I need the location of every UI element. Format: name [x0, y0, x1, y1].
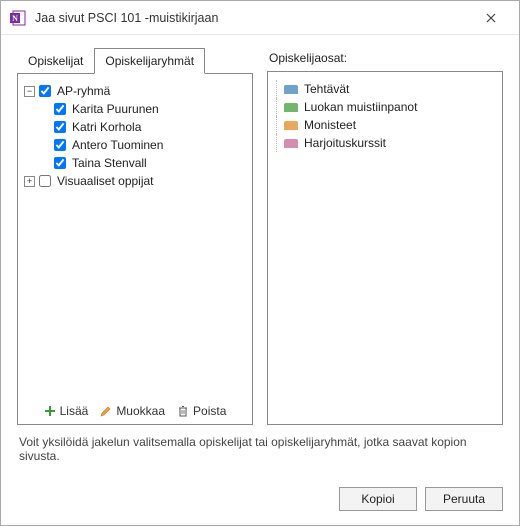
left-column: Opiskelijat Opiskelijaryhmät − AP-ryhmä …	[17, 47, 253, 425]
plus-icon	[44, 405, 56, 417]
trash-icon	[177, 405, 189, 417]
section-tab-icon	[284, 139, 298, 148]
tree-member-row[interactable]: Taina Stenvall	[24, 154, 246, 172]
add-group-button[interactable]: Lisää	[44, 404, 89, 418]
tab-bar: Opiskelijat Opiskelijaryhmät	[17, 47, 253, 73]
group-tree[interactable]: − AP-ryhmä Karita Puurunen Katri Korhola	[17, 73, 253, 425]
columns: Opiskelijat Opiskelijaryhmät − AP-ryhmä …	[17, 47, 503, 425]
group-checkbox[interactable]	[39, 85, 51, 97]
delete-label: Poista	[193, 404, 226, 418]
tree-group-row[interactable]: + Visuaaliset oppijat	[24, 172, 246, 190]
edit-group-button[interactable]: Muokkaa	[100, 404, 165, 418]
edit-label: Muokkaa	[116, 404, 165, 418]
section-label: Harjoituskurssit	[304, 136, 386, 150]
section-label: Monisteet	[304, 118, 356, 132]
section-row[interactable]: Harjoituskurssit	[274, 134, 496, 152]
expander-plus-icon[interactable]: +	[24, 176, 35, 187]
title-bar: N Jaa sivut PSCI 101 -muistikirjaan	[1, 1, 519, 35]
expander-minus-icon[interactable]: −	[24, 86, 35, 97]
add-label: Lisää	[60, 404, 89, 418]
tree-member-row[interactable]: Karita Puurunen	[24, 100, 246, 118]
tree-group-row[interactable]: − AP-ryhmä	[24, 82, 246, 100]
window-title: Jaa sivut PSCI 101 -muistikirjaan	[35, 11, 471, 25]
delete-group-button[interactable]: Poista	[177, 404, 226, 418]
member-checkbox[interactable]	[54, 121, 66, 133]
right-column: Opiskelijaosat: Tehtävät Luokan muistiin…	[267, 47, 503, 425]
section-tab-icon	[284, 103, 298, 112]
group-label: AP-ryhmä	[55, 84, 110, 98]
section-label: Tehtävät	[304, 82, 349, 96]
member-checkbox[interactable]	[54, 103, 66, 115]
tab-students[interactable]: Opiskelijat	[17, 48, 94, 74]
member-label: Taina Stenvall	[70, 156, 147, 170]
section-tab-icon	[284, 85, 298, 94]
tree-member-row[interactable]: Katri Korhola	[24, 118, 246, 136]
group-checkbox[interactable]	[39, 175, 51, 187]
section-tab-icon	[284, 121, 298, 130]
member-label: Antero Tuominen	[70, 138, 163, 152]
sections-list[interactable]: Tehtävät Luokan muistiinpanot Monisteet …	[267, 71, 503, 425]
member-label: Katri Korhola	[70, 120, 141, 134]
section-label: Luokan muistiinpanot	[304, 100, 417, 114]
pencil-icon	[100, 405, 112, 417]
sections-title: Opiskelijaosat:	[267, 47, 503, 71]
tab-groups[interactable]: Opiskelijaryhmät	[94, 48, 205, 74]
cancel-button[interactable]: Peruuta	[425, 487, 503, 511]
footer: Kopioi Peruuta	[1, 487, 519, 525]
section-row[interactable]: Luokan muistiinpanot	[274, 98, 496, 116]
member-checkbox[interactable]	[54, 157, 66, 169]
dialog-body: Opiskelijat Opiskelijaryhmät − AP-ryhmä …	[1, 35, 519, 487]
onenote-icon: N	[9, 9, 27, 27]
copy-button[interactable]: Kopioi	[339, 487, 417, 511]
group-action-bar: Lisää Muokkaa	[18, 396, 252, 420]
section-row[interactable]: Tehtävät	[274, 80, 496, 98]
group-label: Visuaaliset oppijat	[55, 174, 154, 188]
tree-member-row[interactable]: Antero Tuominen	[24, 136, 246, 154]
section-row[interactable]: Monisteet	[274, 116, 496, 134]
member-checkbox[interactable]	[54, 139, 66, 151]
close-button[interactable]	[471, 4, 511, 32]
svg-text:N: N	[12, 14, 18, 23]
hint-text: Voit yksilöidä jakelun valitsemalla opis…	[17, 425, 503, 475]
close-icon	[486, 13, 496, 23]
member-label: Karita Puurunen	[70, 102, 159, 116]
dialog-window: N Jaa sivut PSCI 101 -muistikirjaan Opis…	[0, 0, 520, 526]
